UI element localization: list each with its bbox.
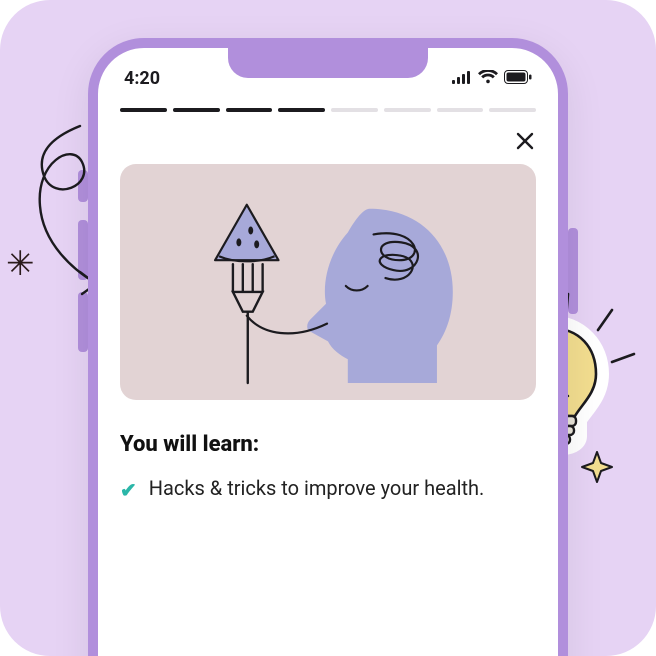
promo-canvas: ✳	[0, 0, 656, 656]
battery-icon	[504, 68, 532, 89]
check-icon: ✔	[120, 475, 137, 505]
status-time: 4:20	[124, 68, 160, 89]
close-icon[interactable]	[514, 130, 536, 152]
progress-segment	[331, 108, 378, 112]
progress-segment	[278, 108, 325, 112]
learn-item: ✔ Hacks & tricks to improve your health.	[120, 473, 536, 505]
progress-segment	[437, 108, 484, 112]
learn-title: You will learn:	[120, 432, 536, 457]
progress-bar	[120, 108, 536, 112]
cellular-icon	[452, 68, 472, 89]
progress-segment	[226, 108, 273, 112]
status-bar: 4:20	[98, 48, 558, 92]
progress-segment	[173, 108, 220, 112]
progress-segment	[489, 108, 536, 112]
asterisk-decoration: ✳	[6, 244, 35, 284]
progress-segment	[120, 108, 167, 112]
phone-frame: 4:20	[88, 38, 568, 656]
learn-item-text: Hacks & tricks to improve your health.	[149, 473, 485, 505]
wifi-icon	[478, 68, 498, 89]
learn-section: You will learn: ✔ Hacks & tricks to impr…	[120, 432, 536, 505]
sparkle-decoration	[580, 450, 614, 488]
status-indicators	[452, 68, 532, 89]
screen-content: You will learn: ✔ Hacks & tricks to impr…	[98, 102, 558, 505]
phone-volume-down	[78, 292, 88, 352]
hero-illustration	[120, 164, 536, 400]
progress-segment	[384, 108, 431, 112]
